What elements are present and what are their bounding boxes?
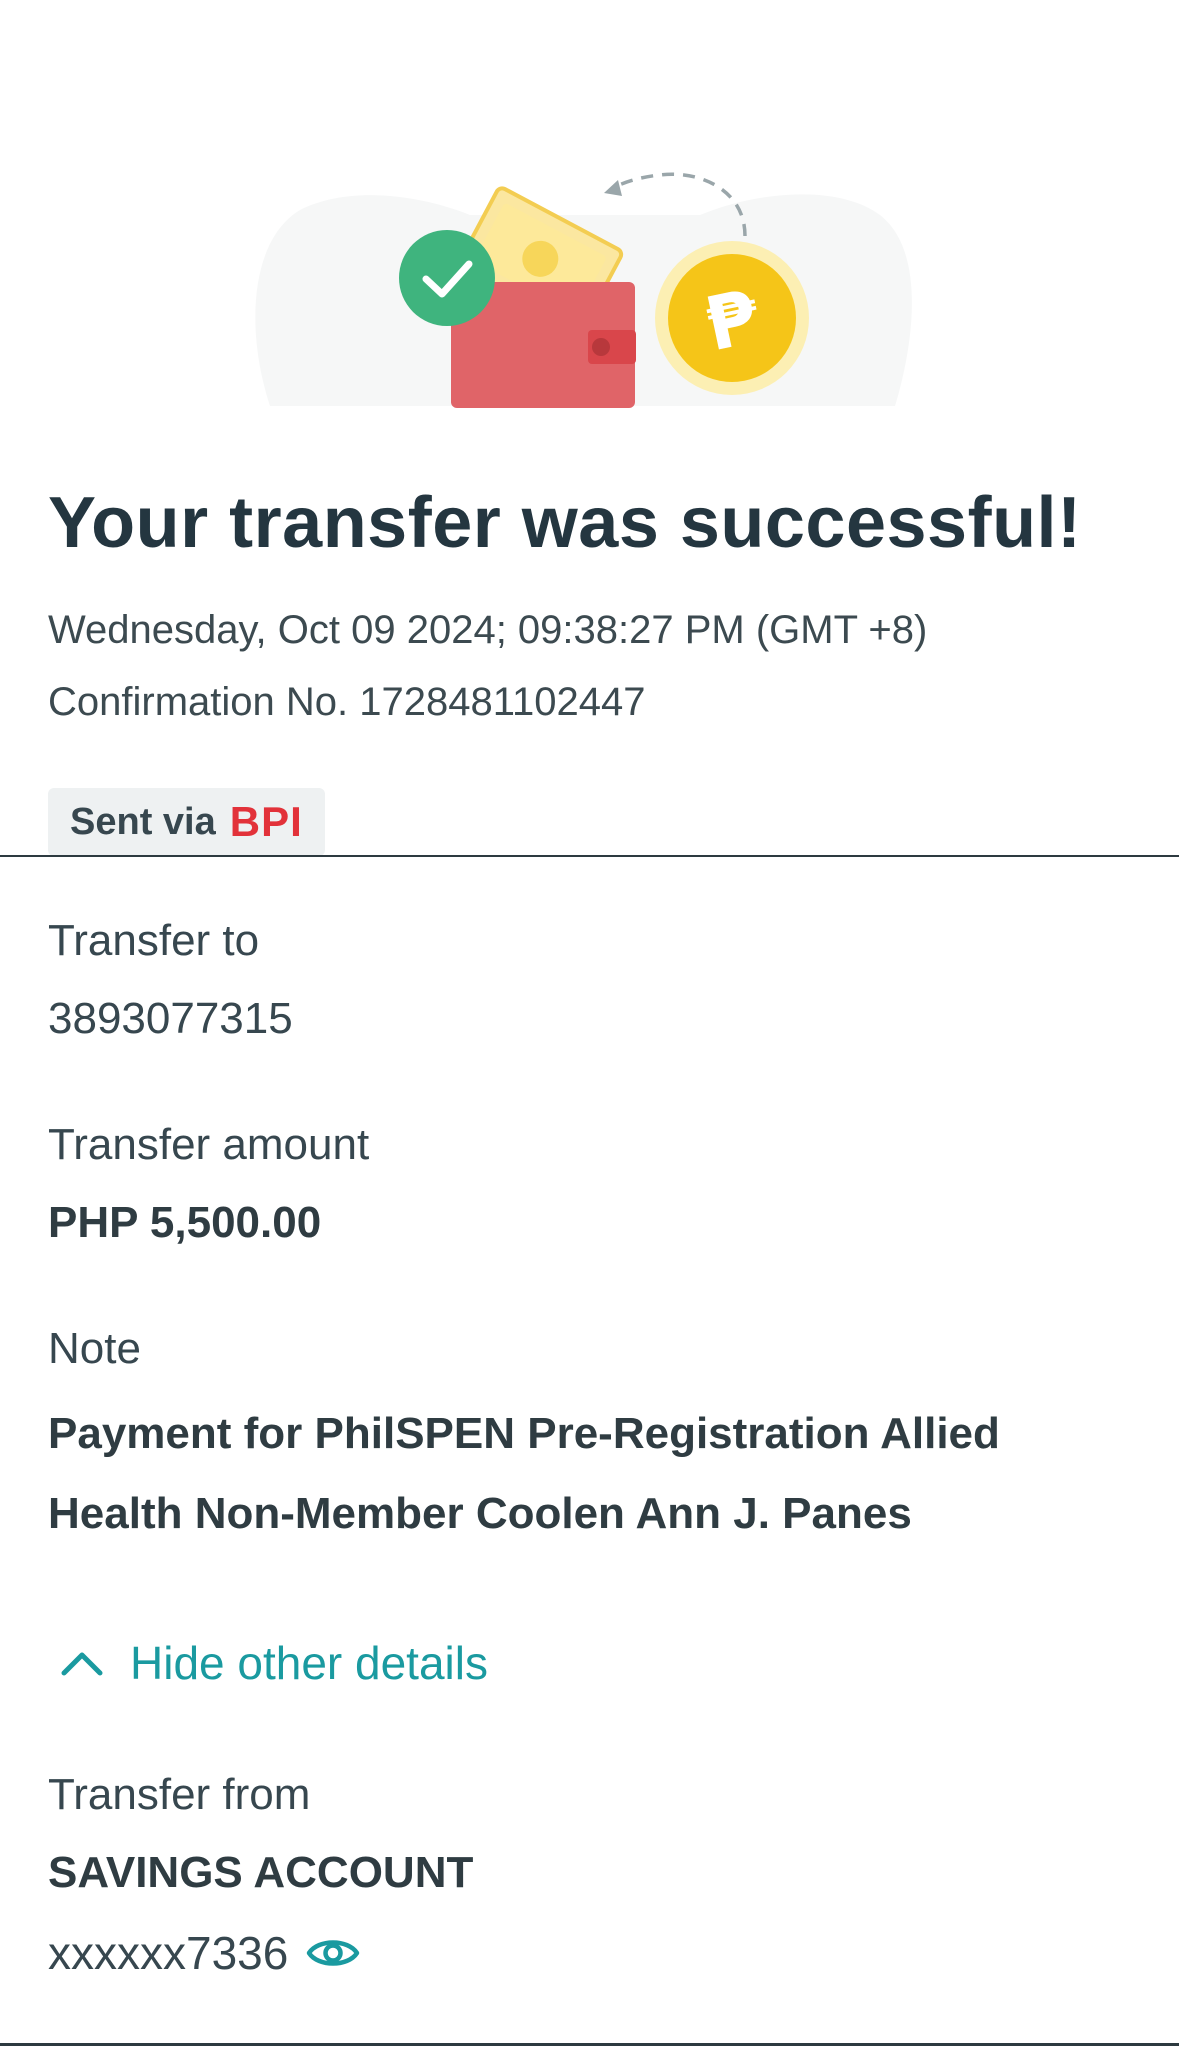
account-number: xxxxxx7336 — [48, 1927, 289, 1979]
transaction-datetime: Wednesday, Oct 09 2024; 09:38:27 PM (GMT… — [48, 608, 928, 652]
hide-details-label: Hide other details — [130, 1637, 488, 1689]
hide-details-toggle[interactable]: Hide other details — [60, 1636, 488, 1690]
account-type: SAVINGS ACCOUNT — [48, 1848, 474, 1897]
page-title: Your transfer was successful! — [48, 483, 1082, 563]
return-arrow-head — [604, 180, 622, 196]
chevron-up-icon — [61, 1652, 103, 1676]
transfer-to-label: Transfer to — [48, 916, 260, 965]
transfer-to-value: 3893077315 — [48, 994, 293, 1043]
eye-icon[interactable] — [306, 1933, 360, 1973]
confirmation-number: Confirmation No. 1728481102447 — [48, 680, 646, 724]
wallet-clasp — [592, 338, 610, 356]
note-value: Payment for PhilSPEN Pre-Registration Al… — [48, 1409, 1000, 1538]
transfer-from-label: Transfer from — [48, 1770, 311, 1819]
check-circle — [399, 230, 495, 326]
transfer-amount-value: PHP 5,500.00 — [48, 1198, 322, 1247]
account-number-row: xxxxxx7336 — [48, 1926, 360, 1980]
sent-via-label: Sent via — [70, 800, 216, 843]
sent-via-badge: Sent via BPI — [48, 788, 325, 856]
success-illustration: ₱ — [0, 0, 1179, 420]
section-divider — [0, 855, 1179, 857]
bank-logo: BPI — [229, 798, 303, 845]
note-label: Note — [48, 1324, 141, 1373]
transfer-amount-label: Transfer amount — [48, 1120, 370, 1169]
illustration-svg: ₱ — [255, 172, 912, 408]
